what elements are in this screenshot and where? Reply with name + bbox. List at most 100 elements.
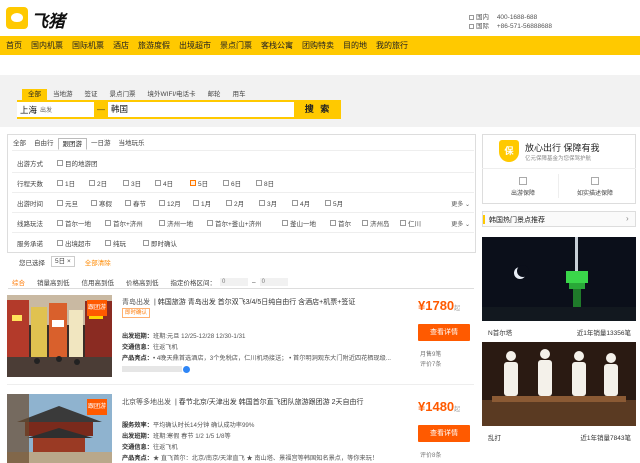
view-details-button[interactable]: 查看详情 [418,324,470,341]
nav-item[interactable]: 国际机票 [72,40,104,51]
filter-option[interactable]: 1日 [57,178,89,188]
chevron-right-icon[interactable]: › [626,214,629,223]
search-tab-visa[interactable]: 签证 [79,89,104,100]
spot-image-nanta-show[interactable] [482,342,636,426]
spots-title: 韩国热门景点推荐 [489,217,545,224]
filter-option[interactable]: 寒假 [91,198,125,208]
filter-option[interactable]: 3月 [259,198,292,208]
review-count[interactable]: 评价7条 [420,359,441,368]
tab-all[interactable]: 全部 [9,138,30,150]
sort-default[interactable]: 综合 [12,277,25,287]
filter-option[interactable]: 6日 [223,178,256,188]
search-tab-wifi[interactable]: 境外WIFI/电话卡 [142,89,202,100]
filter-option[interactable]: 济州岛 [362,218,400,228]
guarantee-item[interactable]: 如实描述保障 [572,188,618,197]
info-icon[interactable] [183,366,190,373]
filter-row-routes: 线路玩法 首尔一地 首尔+济州 济州一地 首尔+釜山+济州 釜山一地 首尔 济州… [17,217,475,229]
price-min-input[interactable]: 0 [220,278,248,286]
filter-option[interactable]: 12月 [159,198,193,208]
filter-option[interactable]: 8日 [256,178,289,188]
filter-option[interactable]: 首尔一地 [57,218,105,228]
product-title[interactable]: 北京等多地出发 | 春节北京/天津出发 韩国首尔直飞团队旅游跟团游 2天自由行 [122,397,364,407]
product-info-line: 出发班期：班期:元旦 12/25-12/28 12/30-1/31 [122,333,246,340]
nav-item[interactable]: 客栈公寓 [261,40,293,51]
filter-option[interactable]: 首尔+釜山+济州 [207,218,282,228]
filter-option[interactable]: 仁川 [400,218,430,228]
filter-option[interactable]: 目的地游团 [57,158,98,168]
filter-option[interactable]: 2月 [226,198,259,208]
tab-day-trip[interactable]: 一日游 [87,138,115,150]
view-details-button[interactable]: 查看详情 [418,425,470,442]
divider [558,174,559,198]
product-image-seoul-street[interactable]: 跟团游 [7,295,112,377]
nav-item[interactable]: 团购特卖 [302,40,334,51]
search-tab-all[interactable]: 全部 [22,89,47,100]
filter-option[interactable]: 即时确认 [143,238,191,248]
nav-item[interactable]: 我的旅行 [376,40,408,51]
n-seoul-tower-photo [482,237,636,321]
filter-option[interactable]: 出境超市 [57,238,105,248]
search-tab-local[interactable]: 当地游 [47,89,79,100]
filter-option[interactable]: 4日 [155,178,190,188]
nav-item[interactable]: 酒店 [113,40,129,51]
more-toggle[interactable]: 更多 ⌄ [451,219,470,228]
guarantee-subtitle: 亿元保障基金为您保驾护航 [525,156,592,162]
review-count[interactable]: 评价8条 [420,450,441,459]
sort-sales[interactable]: 销量高到低 [37,277,70,287]
search-tab-cruise[interactable]: 邮轮 [202,89,227,100]
departure-city-field[interactable]: 上海 出发 [17,102,94,117]
filter-panel [7,134,476,253]
product-type-badge: 跟团游 [87,300,107,316]
spot-image-n-seoul-tower[interactable] [482,237,636,321]
filter-option[interactable]: 纯玩 [105,238,143,248]
clear-all-link[interactable]: 全部清除 [85,257,111,267]
nav-item[interactable]: 国内机票 [31,40,63,51]
product-image-palace[interactable]: 跟团游 [7,394,112,463]
filter-option[interactable]: 4月 [292,198,325,208]
destination-input[interactable]: 韩国 [108,102,294,117]
checkbox-checked[interactable] [190,180,196,186]
filter-option[interactable]: 釜山一地 [282,218,330,228]
search-tab-tickets[interactable]: 景点门票 [104,89,142,100]
rating-bar [122,366,182,372]
filter-option[interactable]: 1月 [193,198,226,208]
nav-item[interactable]: 目的地 [343,40,367,51]
price-max-input[interactable]: 0 [259,278,288,286]
tab-local-fun[interactable]: 当地玩乐 [115,138,149,150]
filter-row-days: 行程天数 1日 2日 3日 4日 5日 6日 8日 [17,177,475,189]
tab-group-tour[interactable]: 跟团游 [57,138,87,150]
fliggy-logo[interactable] [6,7,28,29]
search-button[interactable]: 搜 索 [296,101,340,118]
filter-option[interactable]: 济州一地 [159,218,207,228]
nav-item[interactable]: 旅游度假 [138,40,170,51]
nav-item[interactable]: 出境超市 [179,40,211,51]
brand-name[interactable]: 飞猪 [31,7,65,32]
filter-option[interactable]: 元旦 [57,198,91,208]
nav-item[interactable]: 景点门票 [220,40,252,51]
nav-item[interactable]: 首页 [6,40,22,51]
checkbox[interactable] [57,160,63,166]
filter-option[interactable]: 首尔 [330,218,362,228]
filter-option-5-days[interactable]: 5日 [190,178,223,188]
close-icon[interactable]: × [67,258,71,265]
sort-credit[interactable]: 信用高到低 [82,277,115,287]
selected-filter-tag[interactable]: 5日 × [51,256,75,267]
tab-independent[interactable]: 自由行 [30,138,58,150]
more-toggle[interactable]: 更多 ⌄ [451,199,470,208]
filter-option[interactable]: 5月 [325,198,358,208]
spot-name[interactable]: N首尔塔 [488,327,512,337]
spot-name[interactable]: 乱打 [488,432,501,442]
divider [12,212,474,213]
divider [12,232,474,233]
nanta-show-photo [482,342,636,426]
guarantee-item[interactable]: 出游保障 [506,188,540,197]
swap-cities-icon[interactable]: — [95,102,107,117]
search-tab-car[interactable]: 用车 [227,89,252,100]
filter-option[interactable]: 春节 [125,198,159,208]
filter-option[interactable]: 2日 [89,178,123,188]
product-info-line: 交通信息：往返飞机 [122,444,178,451]
product-title[interactable]: 青岛出发 | 韩国旅游 青岛出发 首尔双飞3/4/5日纯自由行 含酒店+机票+签证 [122,297,355,307]
filter-option[interactable]: 首尔+济州 [105,218,159,228]
filter-option[interactable]: 3日 [123,178,155,188]
sort-price[interactable]: 价格高到低 [126,277,159,287]
